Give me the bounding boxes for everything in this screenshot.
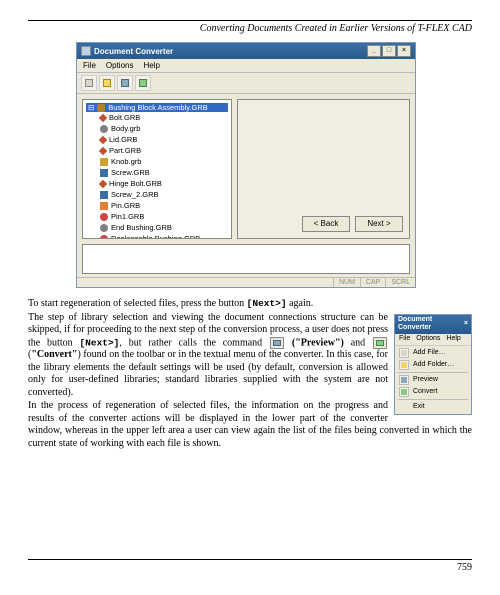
file-tree[interactable]: ⊟ Bushing Block Assembly.GRB Bolt.GRB Bo… (82, 99, 232, 239)
part-icon (100, 235, 108, 240)
tree-item[interactable]: Lid.GRB (100, 134, 228, 145)
tree-item[interactable]: Screw_2.GRB (100, 189, 228, 200)
part-icon (99, 146, 107, 154)
part-icon (99, 113, 107, 121)
page-number: 759 (28, 562, 472, 573)
tree-item[interactable]: Hinge Bolt.GRB (100, 178, 228, 189)
maximize-button[interactable]: □ (382, 45, 396, 57)
back-button[interactable]: < Back (302, 216, 350, 232)
menubar: File Options Help (77, 59, 415, 73)
body-text: To start regeneration of selected files,… (28, 298, 472, 451)
part-icon (99, 179, 107, 187)
tree-item[interactable]: Part.GRB (100, 145, 228, 156)
part-icon (100, 202, 108, 210)
ctx-menu-options[interactable]: Options (416, 335, 440, 344)
preview-pane: < Back Next > (237, 99, 410, 239)
preview-icon[interactable] (117, 75, 133, 91)
add-folder-icon[interactable] (99, 75, 115, 91)
app-icon (81, 46, 91, 56)
file-icon (399, 348, 409, 358)
log-pane (82, 244, 410, 274)
close-button[interactable]: × (397, 45, 411, 57)
part-icon (100, 191, 108, 199)
tree-item[interactable]: Screw.GRB (100, 167, 228, 178)
page-header: Converting Documents Created in Earlier … (28, 23, 472, 34)
document-converter-dialog: Document Converter _ □ × File Options He… (76, 42, 416, 288)
inline-preview-icon (270, 337, 284, 349)
ctx-title: Document Converter (398, 316, 464, 334)
tree-item[interactable]: Body.grb (100, 123, 228, 134)
menu-file[interactable]: File (83, 61, 96, 70)
next-button[interactable]: Next > (355, 216, 403, 232)
ctx-add-folder[interactable]: Add Folder… (395, 359, 471, 371)
ctx-add-file[interactable]: Add File… (395, 347, 471, 359)
add-file-icon[interactable] (81, 75, 97, 91)
menu-options[interactable]: Options (106, 61, 134, 70)
tree-item[interactable]: Bolt.GRB (100, 112, 228, 123)
part-icon (100, 158, 108, 166)
close-icon[interactable]: × (464, 320, 468, 329)
page-footer: 759 (28, 559, 472, 573)
folder-icon (399, 360, 409, 370)
part-icon (100, 169, 108, 177)
menu-help[interactable]: Help (143, 61, 159, 70)
part-icon (100, 125, 108, 133)
minimize-button[interactable]: _ (367, 45, 381, 57)
part-icon (100, 213, 108, 221)
ctx-convert[interactable]: Convert (395, 386, 471, 398)
statusbar: NUM CAP SCRL (77, 277, 415, 287)
ctx-exit[interactable]: Exit (395, 401, 471, 413)
ctx-preview[interactable]: Preview (395, 374, 471, 386)
part-icon (99, 135, 107, 143)
toolbar (77, 73, 415, 94)
preview-icon (399, 375, 409, 385)
assembly-icon (97, 104, 105, 112)
ctx-menu-file[interactable]: File (399, 335, 410, 344)
main-screenshot: Document Converter _ □ × File Options He… (76, 42, 416, 288)
dialog-titlebar: Document Converter _ □ × (77, 43, 415, 59)
part-icon (100, 224, 108, 232)
tree-root[interactable]: ⊟ Bushing Block Assembly.GRB (86, 103, 228, 112)
tree-item[interactable]: Knob.grb (100, 156, 228, 167)
tree-item[interactable]: Replaceable Bushing.GRB (100, 233, 228, 239)
convert-icon[interactable] (135, 75, 151, 91)
convert-icon (399, 387, 409, 397)
tree-item[interactable]: End Bushing.GRB (100, 222, 228, 233)
context-menu-screenshot: Document Converter × File Options Help A… (394, 314, 472, 415)
ctx-menu-help[interactable]: Help (446, 335, 460, 344)
status-cap: CAP (360, 278, 385, 287)
tree-item[interactable]: Pin.GRB (100, 200, 228, 211)
inline-convert-icon (373, 337, 387, 349)
status-scrl: SCRL (385, 278, 415, 287)
tree-item[interactable]: Pin1.GRB (100, 211, 228, 222)
dialog-title: Document Converter (94, 47, 173, 56)
status-num: NUM (333, 278, 360, 287)
